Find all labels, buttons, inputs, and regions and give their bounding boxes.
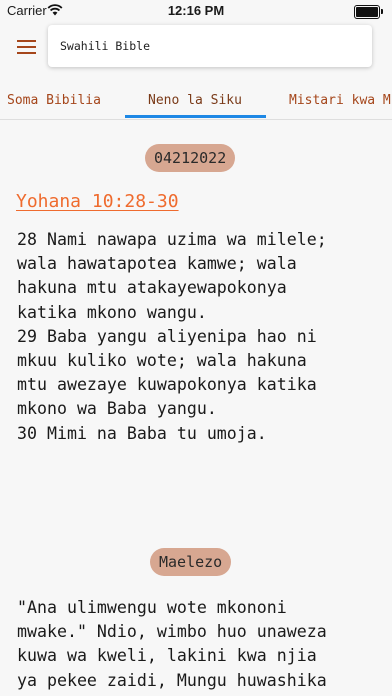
verse-line: 29 Baba yangu aliyenipa hao ni xyxy=(17,326,317,346)
commentary-text: "Ana ulimwengu wote mkononi mwake." Ndio… xyxy=(17,596,392,693)
status-bar: Carrier 12:16 PM xyxy=(0,0,392,22)
commentary-line: mwake." Ndio, wimbo huo unaweza xyxy=(17,622,327,642)
selected-tab-indicator xyxy=(125,115,266,118)
tab-mistari[interactable]: Mistari kwa M xyxy=(289,93,391,108)
verse-line: mkuu kuliko wote; wala hakuna xyxy=(17,351,307,371)
commentary-line: ya pekee zaidi, Mungu huwashika xyxy=(17,670,327,690)
verse-line: wala hawatapotea kamwe; wala xyxy=(17,254,297,274)
tab-soma-bibilia[interactable]: Soma Bibilia xyxy=(7,93,101,108)
app-title: Swahili Bible xyxy=(60,39,151,53)
hamburger-menu-icon[interactable] xyxy=(17,40,36,54)
date-badge: 04212022 xyxy=(145,144,236,172)
verse-line: 28 Nami nawapa uzima wa milele; xyxy=(17,230,327,249)
commentary-badge: Maelezo xyxy=(150,548,232,576)
verse-line: hakuna mtu atakayewapokonya xyxy=(17,278,287,298)
verse-line: mtu awezaye kuwapokonya katika xyxy=(17,375,317,395)
battery-icon xyxy=(354,5,383,19)
commentary-line: "Ana ulimwengu wote mkononi xyxy=(17,598,287,617)
commentary-line: kuwa wa kweli, lakini kwa njia xyxy=(17,646,317,666)
verse-reference-link[interactable]: Yohana 10:28-30 xyxy=(16,191,179,212)
tab-divider xyxy=(0,119,392,120)
clock: 12:16 PM xyxy=(167,3,225,18)
verse-line: 30 Mimi na Baba tu umoja. xyxy=(17,423,267,443)
verse-text: 28 Nami nawapa uzima wa milele; wala haw… xyxy=(17,228,387,446)
verse-line: katika mkono wangu. xyxy=(17,302,207,322)
verse-line: mkono wa Baba yangu. xyxy=(17,399,217,419)
app-title-bar[interactable]: Swahili Bible xyxy=(48,25,372,67)
tab-neno-la-siku[interactable]: Neno la Siku xyxy=(148,93,242,108)
